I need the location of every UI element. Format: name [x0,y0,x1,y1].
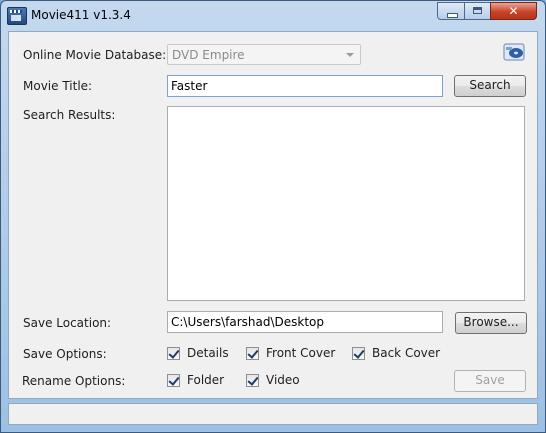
maximize-button[interactable] [464,2,491,20]
database-dropdown[interactable]: DVD Empire [167,44,361,65]
checkbox-folder-label: Folder [187,373,225,387]
checkbox-details[interactable]: Details [167,346,229,360]
search-results-label: Search Results: [23,108,116,122]
minimize-icon [447,13,458,18]
checkbox-back-cover[interactable]: Back Cover [352,346,440,360]
save-options-label: Save Options: [23,347,107,361]
checkbox-details-box[interactable] [167,346,180,360]
app-window: Movie411 v1.3.4 ✕ Online Movie Database:… [0,0,546,433]
close-icon: ✕ [508,4,519,18]
checkbox-video[interactable]: Video [246,373,300,387]
rename-options-label: Rename Options: [22,374,126,388]
title-bar[interactable]: Movie411 v1.3.4 ✕ [1,1,545,31]
status-bar [8,403,538,425]
movie-title-input[interactable] [167,75,443,97]
checkbox-folder-box[interactable] [167,373,180,387]
checkbox-front-cover[interactable]: Front Cover [246,346,335,360]
save-button[interactable]: Save [454,370,526,392]
checkbox-back-cover-box[interactable] [352,346,365,360]
browse-button[interactable]: Browse... [455,312,527,334]
database-dropdown-value: DVD Empire [172,48,245,62]
checkbox-front-cover-label: Front Cover [266,346,336,360]
checkbox-video-box[interactable] [246,373,259,387]
window-title: Movie411 v1.3.4 [31,8,131,22]
checkbox-front-cover-box[interactable] [246,346,259,360]
checkbox-folder[interactable]: Folder [167,373,224,387]
save-location-input[interactable] [167,311,443,333]
search-results-list[interactable] [167,106,525,301]
checkbox-video-label: Video [266,373,300,387]
movie-title-label: Movie Title: [23,79,93,93]
database-label: Online Movie Database: [23,48,167,62]
save-location-label: Save Location: [23,316,112,330]
main-panel: Online Movie Database: DVD Empire Movie … [8,31,538,399]
disc-drive-icon [503,43,525,61]
minimize-button[interactable] [437,2,465,20]
clapperboard-icon [7,7,27,25]
maximize-icon [473,7,482,14]
close-button[interactable]: ✕ [490,2,537,20]
checkbox-details-label: Details [187,346,229,360]
checkbox-back-cover-label: Back Cover [372,346,441,360]
chevron-down-icon [346,53,354,57]
search-button[interactable]: Search [454,75,526,97]
